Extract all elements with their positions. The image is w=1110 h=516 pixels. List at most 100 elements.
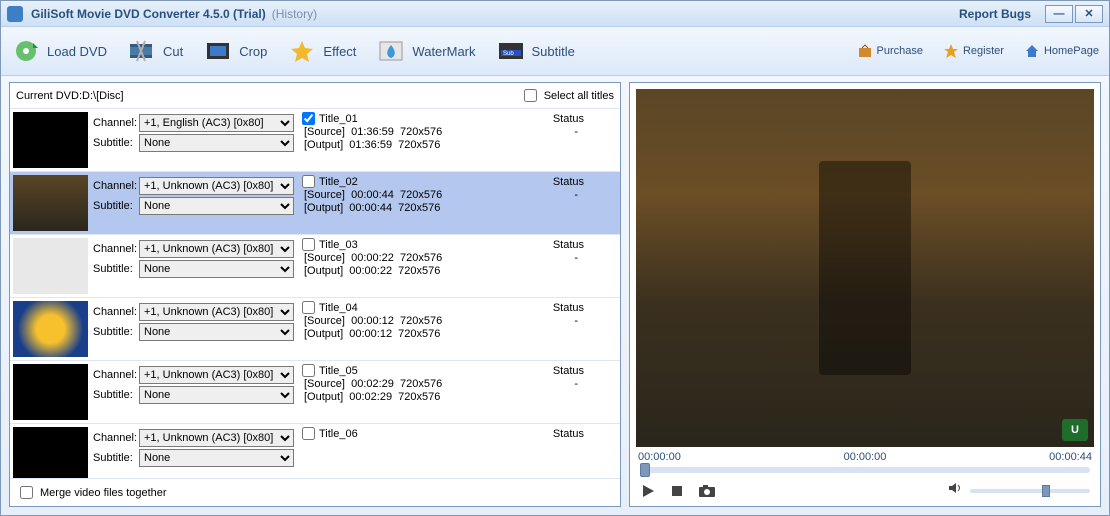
select-all-checkbox[interactable]: [524, 89, 537, 102]
app-window: GiliSoft Movie DVD Converter 4.5.0 (Tria…: [0, 0, 1110, 516]
output-info: [Output] 00:02:29 720x576: [304, 391, 614, 403]
time-current: 00:00:00: [844, 451, 887, 463]
source-info: [Source] 00:00:44 720x576: [304, 189, 442, 201]
title-thumbnail: [13, 112, 88, 168]
subtitle-label: Subtitle:: [93, 326, 139, 338]
title-name: Title_01: [319, 113, 358, 125]
title-settings: Channel:+1, Unknown (AC3) [0x80]Subtitle…: [91, 172, 296, 234]
rating-logo-icon: U: [1062, 419, 1088, 441]
minimize-button[interactable]: —: [1045, 5, 1073, 23]
title-info: Title_04Status[Source] 00:00:12 720x576-…: [296, 298, 620, 360]
register-button[interactable]: Register: [943, 43, 1004, 59]
title-row[interactable]: Channel:+1, Unknown (AC3) [0x80]Subtitle…: [10, 424, 620, 479]
title-row[interactable]: Channel:+1, Unknown (AC3) [0x80]Subtitle…: [10, 172, 620, 235]
title-info: Title_01Status[Source] 01:36:59 720x576-…: [296, 109, 620, 171]
channel-label: Channel:: [93, 369, 139, 381]
title-thumbnail: [13, 238, 88, 294]
main-body: Current DVD:D:\[Disc] Select all titles …: [1, 76, 1109, 515]
subtitle-label: Subtitle:: [93, 263, 139, 275]
title-list[interactable]: Channel: +1, English (AC3) [0x80] Subtitle…: [10, 109, 620, 479]
subtitle-label: Subtitle:: [93, 200, 139, 212]
channel-select[interactable]: +1, Unknown (AC3) [0x80]: [139, 303, 294, 321]
preview-panel: U 00:00:00 00:00:00 00:00:44: [629, 82, 1101, 507]
channel-select[interactable]: +1, Unknown (AC3) [0x80]: [139, 240, 294, 258]
output-info: [Output] 01:36:59 720x576: [304, 139, 614, 151]
title-row[interactable]: Channel:+1, Unknown (AC3) [0x80]Subtitle…: [10, 298, 620, 361]
title-info: Title_06Status: [296, 424, 620, 479]
watermark-icon: [376, 38, 406, 64]
list-footer: Merge video files together: [10, 479, 620, 506]
title-name: Title_04: [319, 302, 358, 314]
subtitle-label: Subtitle:: [93, 452, 139, 464]
subtitle-button[interactable]: Sub Subtitle: [496, 38, 575, 64]
title-checkbox[interactable]: [302, 175, 315, 188]
subtitle-select[interactable]: None: [139, 449, 294, 467]
title-thumbnail: [13, 301, 88, 357]
channel-select[interactable]: +1, English (AC3) [0x80]: [139, 114, 294, 132]
status-value: -: [574, 378, 614, 390]
subtitle-select[interactable]: None: [139, 134, 294, 152]
preview-controls: [636, 481, 1094, 500]
title-name: Title_02: [319, 176, 358, 188]
snapshot-button[interactable]: [698, 484, 716, 498]
purchase-button[interactable]: Purchase: [857, 43, 923, 59]
volume-slider[interactable]: [970, 489, 1090, 493]
close-button[interactable]: ✕: [1075, 5, 1103, 23]
watermark-button[interactable]: WaterMark: [376, 38, 475, 64]
subtitle-select[interactable]: None: [139, 323, 294, 341]
time-start: 00:00:00: [638, 451, 681, 463]
list-header: Current DVD:D:\[Disc] Select all titles: [10, 83, 620, 109]
output-info: [Output] 00:00:22 720x576: [304, 265, 614, 277]
title-name: Title_06: [319, 428, 358, 440]
status-header: Status: [553, 113, 614, 125]
title-thumbnail: [13, 175, 88, 231]
crop-icon: [203, 38, 233, 64]
volume-icon: [948, 481, 964, 500]
subtitle-label: Subtitle:: [93, 389, 139, 401]
merge-checkbox[interactable]: [20, 486, 33, 499]
title-settings: Channel:+1, Unknown (AC3) [0x80]Subtitle…: [91, 424, 296, 479]
load-dvd-button[interactable]: Load DVD: [11, 38, 107, 64]
title-checkbox[interactable]: [302, 364, 315, 377]
time-labels: 00:00:00 00:00:00 00:00:44: [638, 451, 1092, 463]
preview-video[interactable]: U: [636, 89, 1094, 447]
title-name: Title_05: [319, 365, 358, 377]
title-row[interactable]: Channel:+1, Unknown (AC3) [0x80]Subtitle…: [10, 235, 620, 298]
title-checkbox[interactable]: [302, 238, 315, 251]
title-checkbox[interactable]: [302, 427, 315, 440]
title-row[interactable]: Channel:+1, English (AC3) [0x80]Subtitle…: [10, 109, 620, 172]
channel-select[interactable]: +1, Unknown (AC3) [0x80]: [139, 177, 294, 195]
crop-button[interactable]: Crop: [203, 38, 267, 64]
subtitle-select[interactable]: None: [139, 260, 294, 278]
play-button[interactable]: [640, 483, 656, 499]
title-row[interactable]: Channel:+1, Unknown (AC3) [0x80]Subtitle…: [10, 361, 620, 424]
merge-files[interactable]: Merge video files together: [16, 483, 614, 502]
title-checkbox[interactable]: [302, 301, 315, 314]
status-value: -: [574, 189, 614, 201]
stop-button[interactable]: [670, 484, 684, 498]
status-header: Status: [553, 176, 614, 188]
subtitle-select[interactable]: None: [139, 386, 294, 404]
homepage-button[interactable]: HomePage: [1024, 43, 1099, 59]
subtitle-select[interactable]: None: [139, 197, 294, 215]
cut-icon: [127, 38, 157, 64]
title-settings: Channel:+1, English (AC3) [0x80]Subtitle…: [91, 109, 296, 171]
app-logo-icon: [7, 6, 23, 22]
report-bugs-link[interactable]: Report Bugs: [959, 7, 1031, 21]
title-checkbox[interactable]: [302, 112, 315, 125]
select-all-titles[interactable]: Select all titles: [520, 86, 614, 105]
channel-select[interactable]: +1, Unknown (AC3) [0x80]: [139, 366, 294, 384]
volume-control[interactable]: [948, 481, 1090, 500]
title-info: Title_02 Status [Source] 00:00:44 720x576 -…: [296, 172, 620, 234]
history-link[interactable]: (History): [272, 7, 317, 21]
title-settings: Channel:+1, Unknown (AC3) [0x80]Subtitle…: [91, 298, 296, 360]
effect-button[interactable]: Effect: [287, 38, 356, 64]
cut-button[interactable]: Cut: [127, 38, 183, 64]
output-info: [Output] 00:00:44 720x576: [304, 202, 614, 214]
title-thumbnail: [13, 427, 88, 479]
app-title: GiliSoft Movie DVD Converter 4.5.0 (Tria…: [31, 7, 266, 21]
status-value: -: [574, 126, 614, 138]
title-list-panel: Current DVD:D:\[Disc] Select all titles …: [9, 82, 621, 507]
seek-slider[interactable]: [640, 467, 1090, 473]
channel-select[interactable]: +1, Unknown (AC3) [0x80]: [139, 429, 294, 447]
